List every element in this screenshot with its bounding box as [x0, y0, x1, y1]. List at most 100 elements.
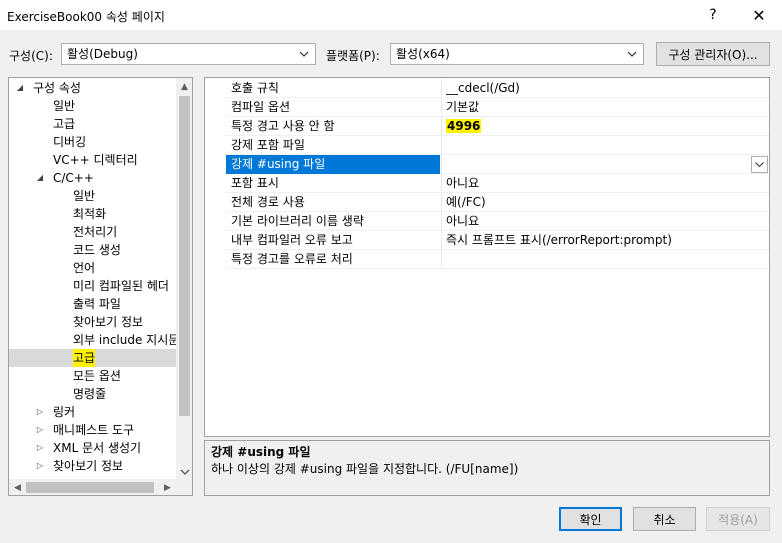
property-row[interactable]: 기본 라이브러리 이름 생략 아니요: [205, 212, 769, 231]
chevron-down-icon: [625, 44, 639, 64]
ok-button[interactable]: 확인: [559, 507, 622, 531]
tree-item[interactable]: VC++ 디렉터리: [9, 151, 177, 169]
property-value[interactable]: 기본값: [446, 98, 746, 117]
tree-item[interactable]: 최적화: [9, 205, 177, 223]
config-manager-button[interactable]: 구성 관리자(O)...: [656, 42, 770, 66]
tree-item-label: 일반: [73, 189, 96, 203]
tree-horizontal-scrollbar[interactable]: ◀ ▶: [9, 479, 176, 495]
scroll-up-icon[interactable]: ▲: [176, 78, 192, 95]
tree-vertical-scrollbar[interactable]: ▲: [176, 78, 192, 480]
collapsed-triangle-icon[interactable]: ▷: [35, 421, 45, 439]
property-value[interactable]: 4996: [446, 117, 746, 136]
tree-item[interactable]: 고급: [9, 115, 177, 133]
tree-item[interactable]: 전처리기: [9, 223, 177, 241]
property-row[interactable]: 호출 규칙 __cdecl(/Gd): [205, 79, 769, 98]
tree-item[interactable]: 출력 파일: [9, 295, 177, 313]
property-value[interactable]: 예(/FC): [446, 193, 746, 212]
tree-item[interactable]: 외부 include 지시문: [9, 331, 177, 349]
tree-item[interactable]: ▷ 매니페스트 도구: [9, 421, 177, 439]
property-value-text: 4996: [446, 119, 482, 133]
tree-item-label: 미리 컴파일된 헤더: [73, 279, 169, 293]
tree-item[interactable]: 고급: [9, 349, 177, 367]
tree-item[interactable]: 일반: [9, 187, 177, 205]
help-icon: ?: [709, 7, 717, 23]
property-row[interactable]: 특정 경고 사용 안 함 4996: [205, 117, 769, 136]
scroll-thumb[interactable]: [26, 482, 154, 493]
tree-item[interactable]: ▷ 찾아보기 정보: [9, 457, 177, 475]
config-label: 구성(C):: [9, 49, 53, 63]
tree-item[interactable]: ◢ 구성 속성: [9, 79, 177, 97]
property-row[interactable]: 강제 #using 파일: [205, 155, 769, 174]
tree-item[interactable]: 디버깅: [9, 133, 177, 151]
tree-item-label: 전처리기: [73, 225, 118, 239]
property-row[interactable]: 강제 포함 파일: [205, 136, 769, 155]
tree-item-label: 언어: [73, 261, 96, 275]
tree-item[interactable]: 미리 컴파일된 헤더: [9, 277, 177, 295]
value-dropdown-button[interactable]: [751, 156, 768, 173]
platform-combo-value: 활성(x64): [396, 47, 450, 61]
row-gutter: [205, 231, 225, 250]
collapsed-triangle-icon[interactable]: ▷: [35, 403, 45, 421]
property-value[interactable]: [446, 250, 746, 269]
cancel-label: 취소: [653, 512, 676, 527]
collapsed-triangle-icon[interactable]: ▷: [35, 457, 45, 475]
tree-item-label: 모든 옵션: [73, 369, 121, 383]
column-divider: [441, 155, 442, 174]
description-title: 강제 #using 파일: [211, 445, 311, 459]
property-row[interactable]: 포함 표시 아니요: [205, 174, 769, 193]
property-value-text: 아니요: [446, 214, 480, 228]
property-value[interactable]: [446, 155, 746, 174]
tree-item[interactable]: ▷ XML 문서 생성기: [9, 439, 177, 457]
tree-item[interactable]: ▷ 링커: [9, 403, 177, 421]
property-row[interactable]: 특정 경고를 오류로 처리: [205, 250, 769, 269]
tree-item[interactable]: 모든 옵션: [9, 367, 177, 385]
row-gutter: [205, 98, 225, 117]
property-value-text: 즉시 프롬프트 표시(/errorReport:prompt): [446, 233, 672, 247]
tree-item[interactable]: 일반: [9, 97, 177, 115]
collapsed-triangle-icon[interactable]: ▷: [35, 439, 45, 457]
expanded-triangle-icon[interactable]: ◢: [35, 169, 45, 187]
tree-item-label: 코드 생성: [73, 243, 121, 257]
tree-item[interactable]: 찾아보기 정보: [9, 313, 177, 331]
tree-item-label: XML 문서 생성기: [53, 441, 142, 455]
tree-item[interactable]: 코드 생성: [9, 241, 177, 259]
tree-item[interactable]: 명령줄: [9, 385, 177, 403]
property-name: 기본 라이브러리 이름 생략: [231, 214, 364, 228]
help-button[interactable]: ?: [690, 0, 736, 30]
scroll-right-icon[interactable]: ▶: [159, 479, 176, 495]
scroll-thumb[interactable]: [179, 96, 190, 416]
column-divider: [441, 250, 442, 269]
property-grid: 호출 규칙 __cdecl(/Gd) 컴파일 옵션 기본값특정 경고 사용 안 함 49…: [204, 77, 770, 437]
property-row[interactable]: 전체 경로 사용 예(/FC): [205, 193, 769, 212]
column-divider: [441, 174, 442, 193]
scroll-left-icon[interactable]: ◀: [9, 479, 26, 495]
property-row[interactable]: 컴파일 옵션 기본값: [205, 98, 769, 117]
tree-item[interactable]: 언어: [9, 259, 177, 277]
row-gutter: [205, 117, 225, 136]
property-value[interactable]: [446, 136, 746, 155]
property-value-text: 기본값: [446, 100, 480, 114]
tree-item-label: 일반: [53, 99, 76, 113]
platform-label: 플랫폼(P):: [326, 49, 380, 63]
expanded-triangle-icon[interactable]: ◢: [15, 79, 25, 97]
property-name: 컴파일 옵션: [231, 100, 291, 114]
property-row[interactable]: 내부 컴파일러 오류 보고 즉시 프롬프트 표시(/errorReport:pro…: [205, 231, 769, 250]
tree-item-label: 찾아보기 정보: [73, 315, 144, 329]
apply-button[interactable]: 적용(A): [706, 507, 770, 531]
property-value[interactable]: 아니요: [446, 174, 746, 193]
property-value[interactable]: 즉시 프롬프트 표시(/errorReport:prompt): [446, 231, 746, 250]
tree-item[interactable]: ◢ C/C++: [9, 169, 177, 187]
platform-combo[interactable]: 활성(x64): [390, 43, 644, 65]
chevron-down-icon: [755, 162, 764, 167]
property-value-text: 아니요: [446, 176, 480, 190]
column-divider: [441, 231, 442, 250]
config-combo-value: 활성(Debug): [67, 47, 138, 61]
tree-item-label: 찾아보기 정보: [53, 459, 124, 473]
cancel-button[interactable]: 취소: [633, 507, 696, 531]
property-value[interactable]: __cdecl(/Gd): [446, 79, 746, 98]
property-name: 호출 규칙: [231, 81, 279, 95]
property-value[interactable]: 아니요: [446, 212, 746, 231]
config-combo[interactable]: 활성(Debug): [61, 43, 316, 65]
close-button[interactable]: ✕: [736, 0, 782, 30]
scroll-down-icon[interactable]: [176, 463, 192, 480]
